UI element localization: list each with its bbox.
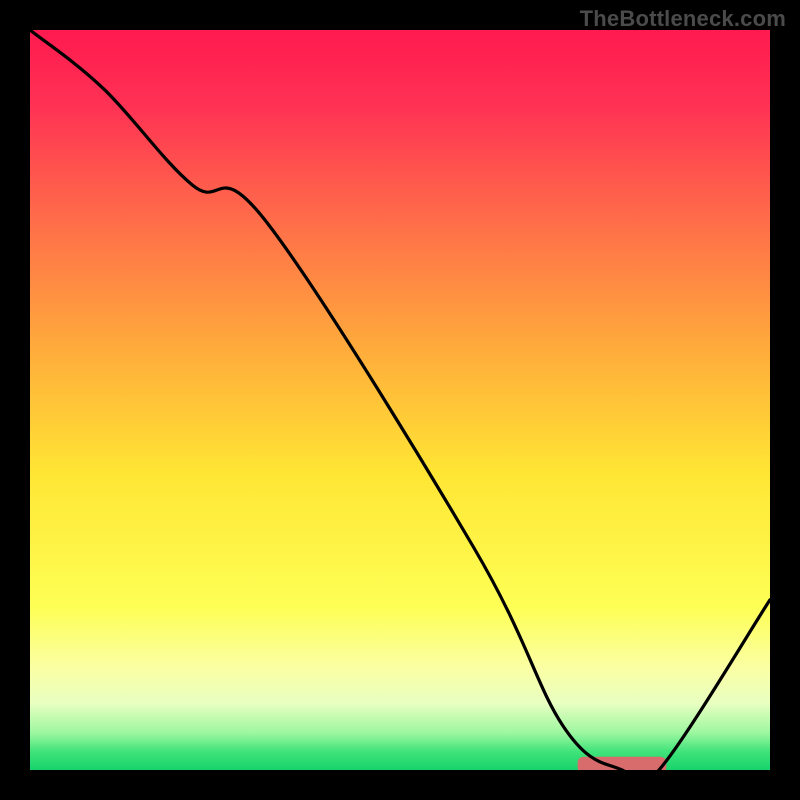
bottleneck-chart — [30, 30, 770, 770]
plot-area — [30, 30, 770, 770]
watermark-text: TheBottleneck.com — [580, 6, 786, 32]
gradient-background — [30, 30, 770, 770]
chart-frame: TheBottleneck.com — [0, 0, 800, 800]
optimal-zone-marker — [578, 757, 667, 770]
